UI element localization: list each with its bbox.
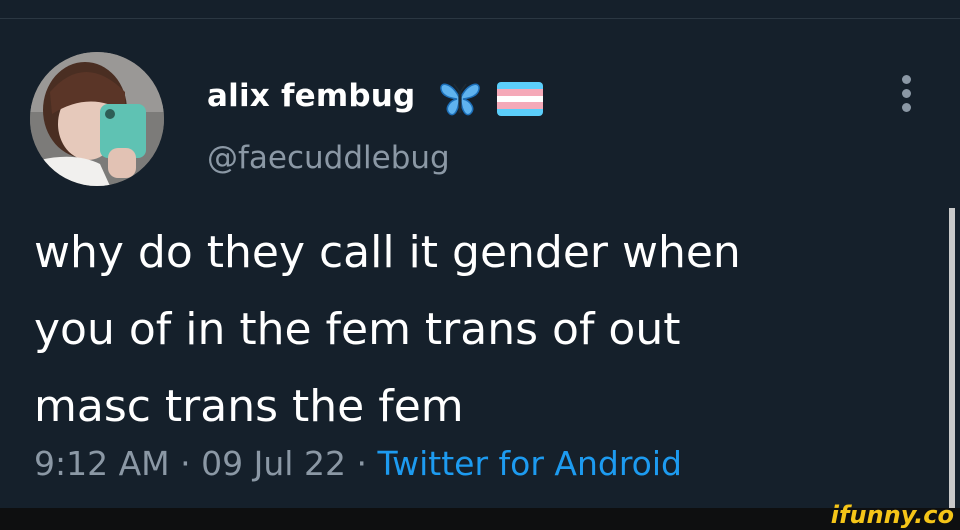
- tweet-text-line: you of in the fem trans of out: [34, 304, 681, 355]
- avatar[interactable]: [30, 52, 164, 186]
- tweet-text-line: masc trans the fem: [34, 381, 464, 432]
- tweet-text-line: why do they call it gender when: [34, 227, 741, 278]
- display-name[interactable]: alix fembug: [207, 76, 415, 116]
- watermark: ifunny.co: [830, 501, 954, 529]
- transgender-flag-icon: [497, 82, 543, 116]
- tweet-date[interactable]: 09 Jul 22: [201, 444, 346, 483]
- scrollbar[interactable]: [949, 208, 955, 508]
- bottom-band: [0, 508, 960, 530]
- butterfly-icon: [440, 83, 480, 116]
- tweet-time[interactable]: 9:12 AM: [34, 444, 170, 483]
- tweet-source-link[interactable]: Twitter for Android: [377, 444, 682, 483]
- tweet-text: why do they call it gender when you of i…: [34, 214, 914, 445]
- more-options-icon[interactable]: [893, 75, 919, 115]
- handle[interactable]: @faecuddlebug: [207, 137, 450, 179]
- separator: ·: [180, 444, 191, 483]
- avatar-photo: [30, 52, 164, 186]
- separator: ·: [356, 444, 367, 483]
- tweet-meta: 9:12 AM · 09 Jul 22 · Twitter for Androi…: [34, 441, 682, 487]
- top-divider: [0, 18, 960, 19]
